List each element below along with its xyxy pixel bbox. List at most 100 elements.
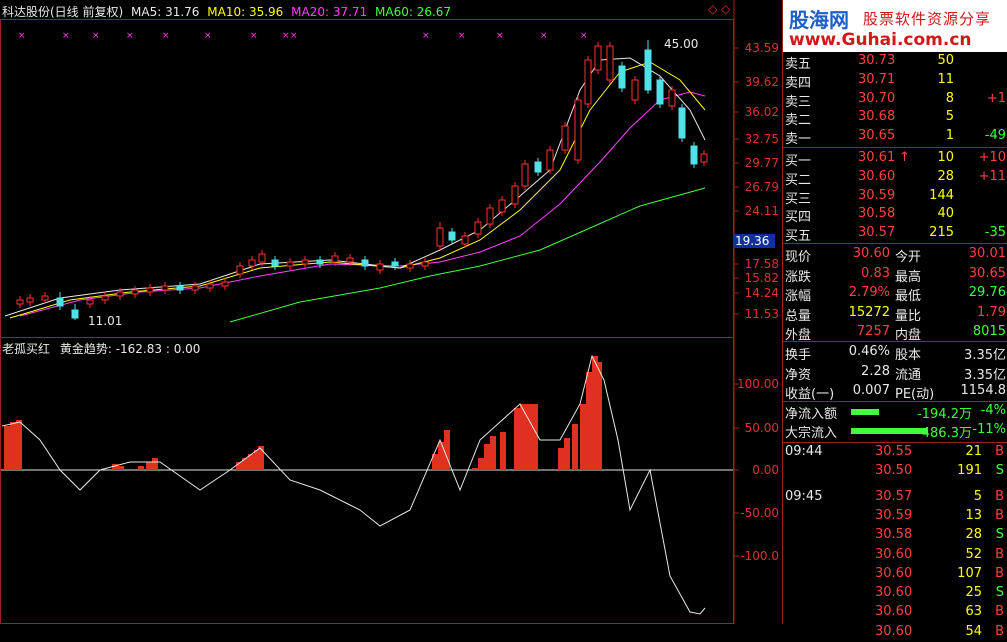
order-row: 卖一 30.65 1 -49 — [783, 128, 1007, 148]
event-marker: × — [126, 31, 134, 41]
order-volume: 5 — [945, 109, 954, 125]
candle-body — [461, 235, 469, 245]
event-marker: × — [92, 31, 100, 41]
tick-volume: 13 — [965, 507, 982, 523]
order-volume: 8 — [945, 90, 954, 106]
ma10-label: MA10: 35.96 — [207, 5, 284, 19]
tick-price: 30.60 — [875, 623, 913, 639]
indicator-bar — [500, 432, 506, 470]
tick-volume: 52 — [965, 546, 982, 562]
order-label: 卖一 — [785, 132, 812, 148]
candle-body — [56, 297, 64, 307]
ma20-line — [19, 91, 706, 317]
tick-time: 09:44 — [785, 444, 823, 459]
stat-value: 2.28 — [861, 363, 890, 379]
candle-body — [146, 287, 154, 293]
order-price: 30.59 — [858, 187, 896, 203]
candle-body — [546, 149, 554, 171]
stat-label: 股本 — [895, 348, 922, 363]
tick-price: 30.50 — [875, 463, 913, 479]
indicator-bar — [152, 458, 158, 470]
brand-banner[interactable]: 股海网 股票软件资源分享 www.Guhai.com.cn — [783, 0, 1007, 52]
quote-label: 量比 — [895, 308, 922, 324]
candle-body — [594, 45, 602, 71]
candle-body — [86, 299, 94, 305]
tick-row: 30.60 25 S — [783, 585, 1007, 603]
price-tick-label: 26.79 — [744, 180, 779, 194]
chart-options-icon[interactable]: ◇ ◇ — [708, 2, 730, 16]
stat-value: 0.46% — [848, 344, 890, 359]
tick-volume: 21 — [965, 444, 982, 459]
stat-row: 换手 0.46% 股本 3.35亿 — [783, 344, 1007, 363]
tick-price: 30.57 — [875, 488, 913, 504]
order-row: 卖四 30.71 11 — [783, 72, 1007, 91]
candle-body — [678, 107, 686, 139]
indicator-bar — [4, 426, 10, 470]
tick-side: B — [995, 507, 1004, 523]
event-marker: × — [290, 31, 298, 41]
candle-body — [41, 295, 49, 301]
order-row: 买一 30.61 10 +10 ↑ — [783, 150, 1007, 169]
quote-label: 最高 — [895, 269, 922, 285]
price-tick-label: 29.77 — [744, 156, 779, 170]
indicator-bar — [558, 448, 564, 470]
candle-body — [376, 263, 384, 271]
flow-value: -194.2万 — [917, 407, 972, 422]
order-price: 30.73 — [858, 53, 896, 68]
candle-body — [271, 259, 279, 267]
tick-volume: 5 — [973, 488, 982, 504]
event-marker: × — [458, 31, 466, 41]
quote-row: 涨跌 0.83 最高 30.65 — [783, 265, 1007, 285]
quote-value: 30.60 — [852, 246, 890, 261]
flow-row: 净流入额 -194.2万 -4% — [783, 403, 1007, 422]
order-price: 30.61 — [858, 150, 896, 165]
indicator-bar — [490, 436, 496, 470]
panel-separator — [783, 243, 1007, 244]
quote-row: 总量 15272 量比 1.79 — [783, 305, 1007, 324]
order-volume: 215 — [929, 225, 954, 241]
candle-body — [161, 285, 169, 291]
tick-volume: 107 — [957, 565, 982, 581]
candle-body — [176, 285, 184, 291]
candle-body — [474, 221, 482, 235]
quote-value: 30.65 — [968, 265, 1006, 281]
event-marker: × — [422, 31, 430, 41]
tick-volume: 54 — [965, 623, 982, 639]
kline-chart[interactable]: × × × × × × × × × × × × × × — [0, 0, 782, 624]
price-tick-label: 36.02 — [744, 105, 779, 119]
price-tick-label: 24.11 — [744, 204, 779, 218]
indicator-bar — [580, 404, 586, 470]
price-tick-label: 11.53 — [744, 307, 779, 321]
event-marker: × — [540, 31, 548, 41]
quote-label: 涨跌 — [785, 269, 812, 285]
indicator-bar — [478, 458, 484, 470]
chart-header: 科达股份(日线 前复权) MA5: 31.76 MA10: 35.96 MA20… — [2, 3, 451, 20]
event-marker: × — [62, 31, 70, 41]
tick-price: 30.60 — [875, 565, 913, 581]
candle-body — [656, 79, 664, 105]
indicator-title: 老孤买红 — [2, 342, 51, 356]
indicator-bar — [532, 404, 538, 470]
indicator-tick-label: 0.00 — [752, 463, 779, 477]
quote-label: 总量 — [785, 308, 812, 324]
tick-volume: 63 — [965, 604, 982, 620]
candle-body — [316, 259, 324, 265]
tick-price: 30.60 — [875, 585, 913, 601]
ma5-label: MA5: 31.76 — [131, 5, 200, 19]
candle-body — [561, 125, 569, 151]
tick-row: 09:44 30.55 21 B — [783, 444, 1007, 462]
tick-volume: 28 — [965, 527, 982, 543]
candle-body — [700, 153, 708, 163]
candle-body — [361, 259, 369, 267]
order-row: 买五 30.57 215 -35 — [783, 225, 1007, 244]
panel-separator — [783, 147, 1007, 148]
candle-body — [116, 291, 124, 297]
order-label: 卖四 — [785, 75, 812, 91]
indicator-bar — [242, 458, 248, 470]
stat-value: 3.35亿 — [964, 348, 1006, 363]
tick-row: 30.58 28 S — [783, 527, 1007, 545]
indicator-tick-label: -100.0 — [740, 549, 779, 563]
panel-separator — [783, 401, 1007, 402]
candle-body — [521, 163, 529, 187]
chart-area[interactable]: × × × × × × × × × × × × × × 科达股份(日线 前复权) MA5: 31.76 M… — [0, 0, 782, 624]
